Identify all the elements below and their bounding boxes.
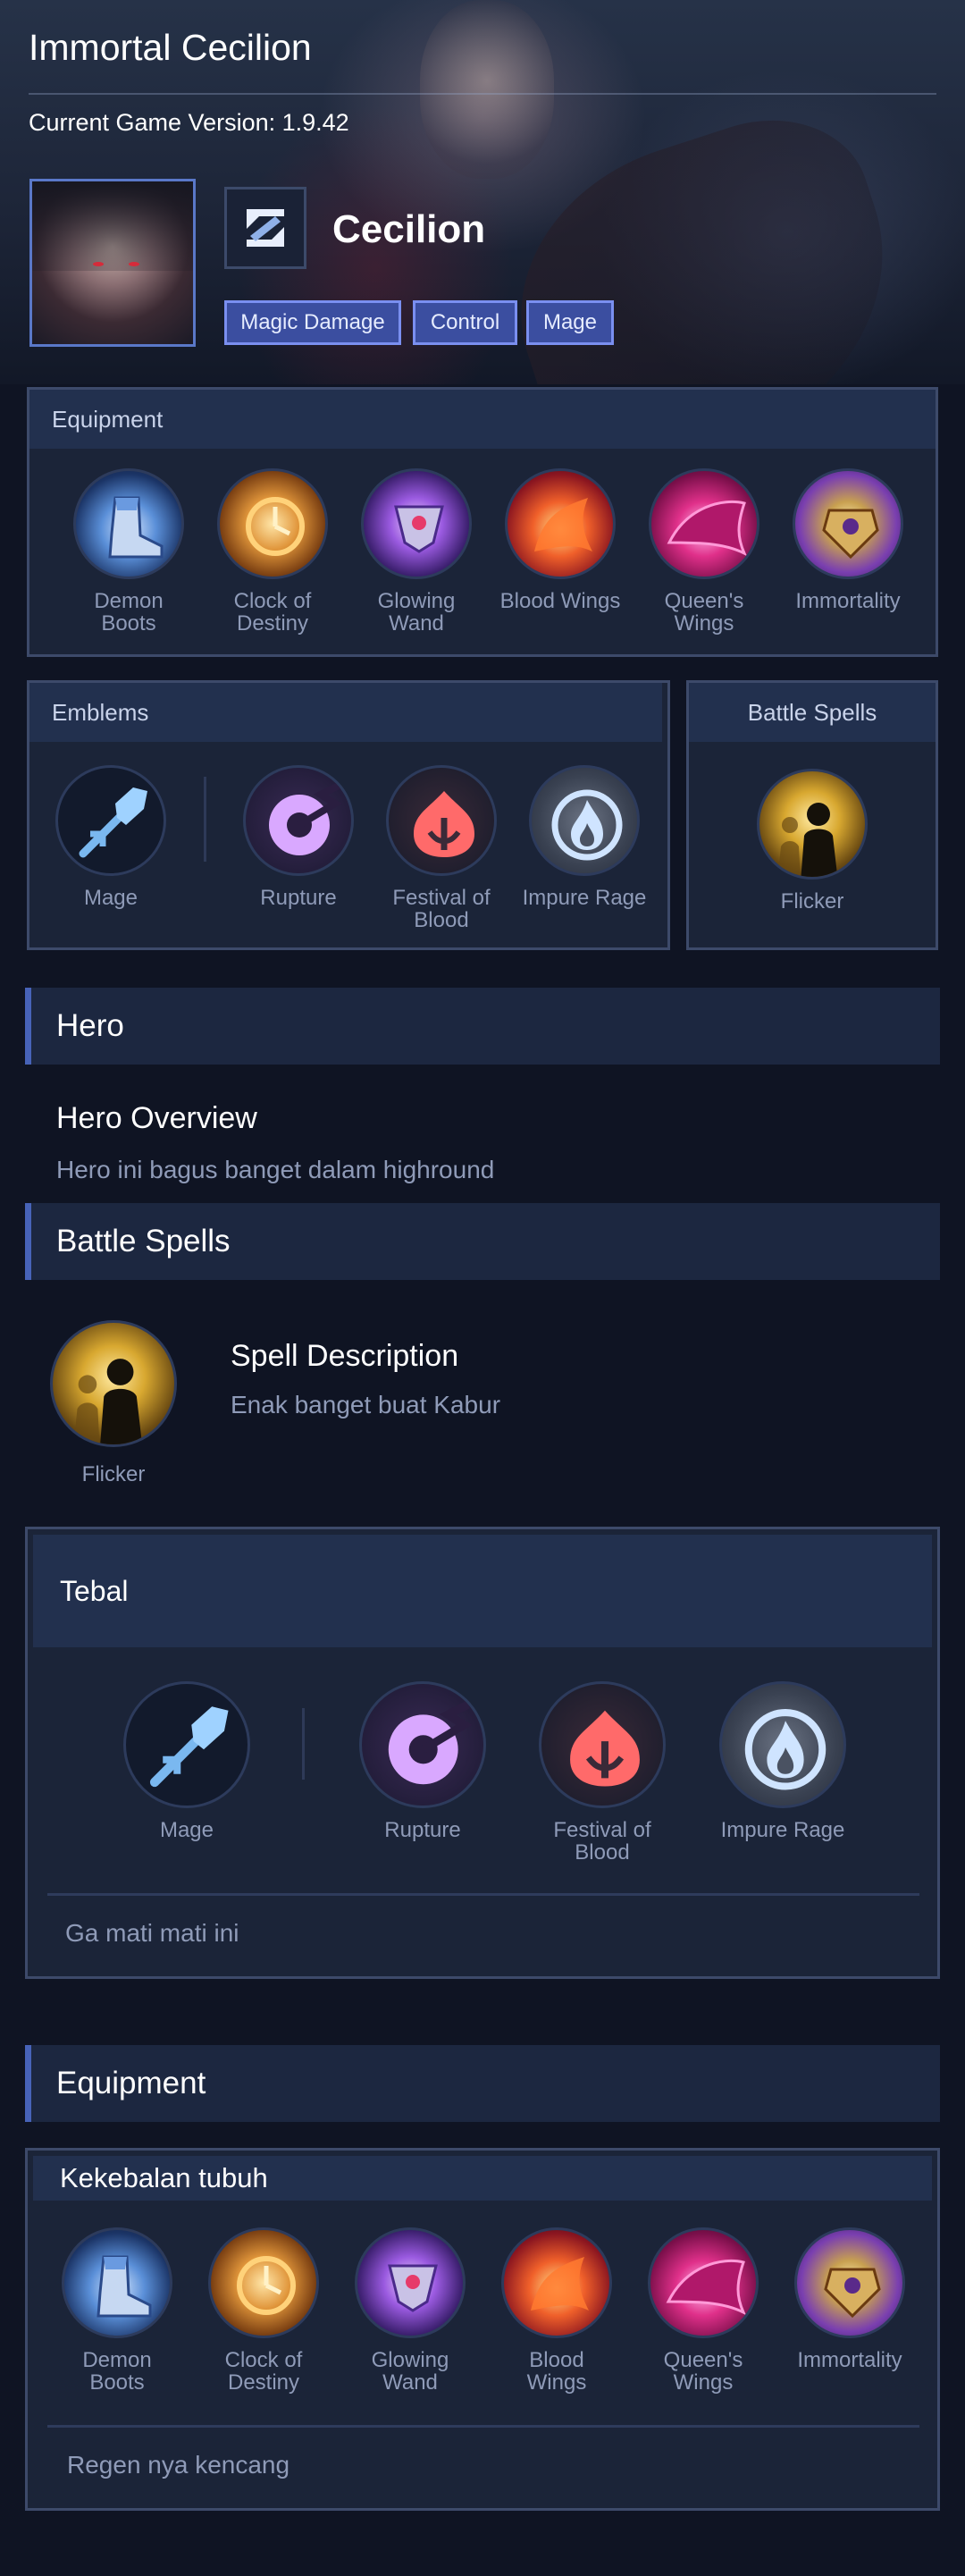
rupture-icon <box>243 765 354 876</box>
equip-label: Glowing Wand <box>371 2348 449 2395</box>
emblem-mage[interactable]: Mage <box>44 765 178 909</box>
equip-item-blood-wings[interactable]: Blood Wings <box>493 468 627 612</box>
equip-item-clock-of-destiny[interactable]: Clock of Destiny <box>206 468 340 635</box>
banner-character-art <box>420 0 554 179</box>
equip-item-immortality[interactable]: Immortality <box>783 2227 917 2371</box>
equip-label: Blood Wings <box>526 2348 587 2395</box>
impure-rage-icon <box>719 1681 846 1808</box>
impure-rage-icon <box>529 765 640 876</box>
card-divider <box>47 1893 919 1896</box>
tag-mage[interactable]: Mage <box>526 300 614 345</box>
equip-label: Demon Boots <box>82 2348 152 2395</box>
page-title: Immortal Cecilion <box>29 27 312 68</box>
equipment-panel: Equipment Demon Boots Clock of Destiny G… <box>27 387 938 657</box>
spell-flicker-detail[interactable]: Flicker <box>46 1320 180 1486</box>
equip-label: Clock of Destiny <box>233 589 312 636</box>
emblems-panel-title: Emblems <box>29 683 662 742</box>
talent-label: Rupture <box>384 1818 461 1842</box>
equip-label: Glowing Wand <box>377 589 456 636</box>
queens-wings-icon <box>649 468 759 579</box>
emblem-divider <box>302 1708 305 1780</box>
festival-of-blood-icon <box>386 765 497 876</box>
emblem-label: Mage <box>159 1818 214 1842</box>
talent-impure-rage[interactable]: Impure Rage <box>517 765 651 909</box>
wand-icon <box>361 468 472 579</box>
queens-wings-icon <box>648 2227 759 2338</box>
talent-label: Festival of Blood <box>553 1818 651 1865</box>
boots-icon <box>62 2227 172 2338</box>
emblem-build-note: Ga mati mati ini <box>65 1919 239 1947</box>
clock-icon <box>217 468 328 579</box>
talent-label: Rupture <box>260 886 337 910</box>
equip-label: Queen's Wings <box>664 589 744 636</box>
immortality-icon <box>793 468 903 579</box>
section-hero: Hero <box>25 988 940 1065</box>
emblem-mage[interactable]: Mage <box>120 1681 254 1841</box>
hero-name: Cecilion <box>332 207 486 251</box>
battle-spells-panel: Battle Spells Flicker <box>686 680 938 950</box>
rupture-icon <box>359 1681 486 1808</box>
emblem-label: Mage <box>83 886 138 910</box>
game-version: Current Game Version: 1.9.42 <box>29 109 349 136</box>
hero-portrait <box>29 179 196 347</box>
mage-emblem-icon <box>123 1681 250 1808</box>
spell-label: Flicker <box>81 1462 146 1486</box>
blood-wings-icon <box>505 468 616 579</box>
talent-label: Festival of Blood <box>392 886 491 932</box>
emblem-divider <box>204 777 206 862</box>
festival-of-blood-icon <box>539 1681 666 1808</box>
section-equipment: Equipment <box>25 2045 940 2122</box>
equip-label: Immortality <box>795 589 901 613</box>
equip-item-glowing-wand[interactable]: Glowing Wand <box>349 468 483 635</box>
emblem-build-title: Tebal <box>33 1535 932 1647</box>
spell-description-text: Enak banget buat Kabur <box>231 1391 501 1418</box>
equipment-build-card: Kekebalan tubuh Demon Boots Clock of Des… <box>25 2148 940 2511</box>
blood-wings-icon <box>501 2227 612 2338</box>
equipment-build-title: Kekebalan tubuh <box>33 2156 932 2201</box>
role-mage-icon <box>224 187 306 269</box>
equip-label: Immortality <box>797 2348 902 2372</box>
wand-icon <box>355 2227 466 2338</box>
equip-item-demon-boots[interactable]: Demon Boots <box>62 468 196 635</box>
equip-label: Blood Wings <box>499 589 621 613</box>
equip-label: Demon Boots <box>94 589 164 636</box>
spell-description-title: Spell Description <box>231 1339 459 1373</box>
spell-label: Flicker <box>780 889 844 913</box>
mage-emblem-icon <box>55 765 166 876</box>
hero-overview-title: Hero Overview <box>56 1101 257 1135</box>
equip-item-clock-of-destiny[interactable]: Clock of Destiny <box>197 2227 331 2394</box>
equip-label: Queen's Wings <box>663 2348 743 2395</box>
boots-icon <box>73 468 184 579</box>
tag-magic-damage[interactable]: Magic Damage <box>224 300 401 345</box>
talent-impure-rage[interactable]: Impure Rage <box>716 1681 850 1841</box>
equip-item-queens-wings[interactable]: Queen's Wings <box>637 468 771 635</box>
talent-rupture[interactable]: Rupture <box>231 765 365 909</box>
equipment-panel-title: Equipment <box>29 390 936 449</box>
equip-item-glowing-wand[interactable]: Glowing Wand <box>343 2227 477 2394</box>
talent-label: Impure Rage <box>720 1818 845 1842</box>
equip-item-demon-boots[interactable]: Demon Boots <box>50 2227 184 2394</box>
immortality-icon <box>794 2227 905 2338</box>
flicker-icon <box>757 769 868 880</box>
clock-icon <box>208 2227 319 2338</box>
equip-item-immortality[interactable]: Immortality <box>781 468 915 612</box>
tag-control[interactable]: Control <box>413 300 517 345</box>
section-battle-spells: Battle Spells <box>25 1203 940 1280</box>
flicker-icon <box>50 1320 177 1447</box>
talent-label: Impure Rage <box>522 886 647 910</box>
equip-item-blood-wings[interactable]: Blood Wings <box>490 2227 624 2394</box>
talent-festival-of-blood[interactable]: Festival of Blood <box>374 765 508 931</box>
emblems-panel: Emblems Mage Rupture Festival of Blood I… <box>27 680 670 950</box>
equipment-build-note: Regen nya kencang <box>67 2451 290 2479</box>
hero-overview-text: Hero ini bagus banget dalam highround <box>56 1156 495 1183</box>
emblem-build-card: Tebal Mage Rupture Festival of Blood Imp… <box>25 1527 940 1979</box>
card-divider <box>47 2425 919 2428</box>
title-divider <box>29 93 936 95</box>
talent-rupture[interactable]: Rupture <box>356 1681 490 1841</box>
equip-item-queens-wings[interactable]: Queen's Wings <box>636 2227 770 2394</box>
equip-label: Clock of Destiny <box>224 2348 303 2395</box>
spell-flicker[interactable]: Flicker <box>745 769 879 913</box>
talent-festival-of-blood[interactable]: Festival of Blood <box>535 1681 669 1864</box>
battle-spells-panel-title: Battle Spells <box>689 683 936 742</box>
